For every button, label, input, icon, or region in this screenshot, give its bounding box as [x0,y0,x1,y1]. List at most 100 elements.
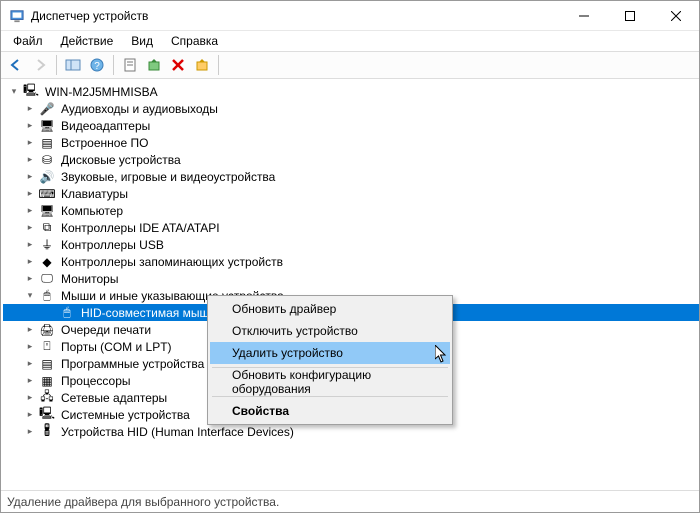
help-button[interactable]: ? [86,54,108,76]
show-hide-console-button[interactable] [62,54,84,76]
tree-category[interactable]: ▸🖵 Мониторы [3,270,699,287]
tree-category[interactable]: ▸⧉ Контроллеры IDE ATA/ATAPI [3,219,699,236]
disable-button[interactable] [191,54,213,76]
device-category-icon: 🖥 [39,203,55,219]
chevron-right-icon[interactable]: ▸ [23,119,37,133]
titlebar: Диспетчер устройств [1,1,699,31]
context-menu: Обновить драйвер Отключить устройство Уд… [207,295,453,425]
tree-category-label: Встроенное ПО [59,136,150,150]
device-category-icon: 🎤 [39,101,55,117]
ctx-properties[interactable]: Свойства [210,400,450,422]
menu-view[interactable]: Вид [123,33,161,49]
device-category-icon: ⧉ [39,220,55,236]
toolbar-separator [56,55,57,75]
tree-category[interactable]: ▸🖥 Видеоадаптеры [3,117,699,134]
tree-category-label: Очереди печати [59,323,153,337]
maximize-button[interactable] [607,1,653,31]
chevron-right-icon[interactable]: ▸ [23,170,37,184]
tree-category-label: Устройства HID (Human Interface Devices) [59,425,296,439]
chevron-right-icon[interactable]: ▸ [23,204,37,218]
menubar: Файл Действие Вид Справка [1,31,699,51]
tree-device-label: HID-совместимая мышь [79,306,217,320]
svg-text:?: ? [94,61,100,72]
device-category-icon: ▤ [39,135,55,151]
chevron-right-icon[interactable]: ▸ [23,255,37,269]
menu-file[interactable]: Файл [5,33,51,49]
chevron-down-icon[interactable]: ▾ [23,289,37,303]
toolbar: ? [1,51,699,79]
ctx-uninstall-device[interactable]: Удалить устройство [210,342,450,364]
chevron-right-icon[interactable]: ▸ [23,323,37,337]
app-icon [9,8,25,24]
statusbar: Удаление драйвера для выбранного устройс… [1,490,699,512]
close-button[interactable] [653,1,699,31]
tree-category[interactable]: ▸⌨ Клавиатуры [3,185,699,202]
chevron-right-icon[interactable]: ▸ [23,187,37,201]
menu-help[interactable]: Справка [163,33,226,49]
device-category-icon: ⍞ [39,339,55,355]
device-category-icon: 🔊 [39,169,55,185]
tree-category-label: Компьютер [59,204,125,218]
tree-category-label: Звуковые, игровые и видеоустройства [59,170,277,184]
ctx-separator [212,396,448,397]
ctx-scan-hardware[interactable]: Обновить конфигурацию оборудования [210,371,450,393]
chevron-right-icon[interactable]: ▸ [23,153,37,167]
tree-category-label: Системные устройства [59,408,192,422]
tree-category-label: Контроллеры USB [59,238,166,252]
tree-category[interactable]: ▸🎤 Аудиовходы и аудиовыходы [3,100,699,117]
tree-category-label: Клавиатуры [59,187,130,201]
chevron-right-icon[interactable]: ▸ [23,374,37,388]
chevron-right-icon[interactable]: ▸ [23,425,37,439]
chevron-right-icon[interactable]: ▸ [23,136,37,150]
device-category-icon: 🖥 [39,118,55,134]
tree-category[interactable]: ▸⛁Дисковые устройства [3,151,699,168]
mouse-icon: 🖱 [59,305,75,321]
tree-category-label: Процессоры [59,374,133,388]
tree-category-label: Сетевые адаптеры [59,391,169,405]
device-category-icon: 🖨 [39,322,55,338]
uninstall-button[interactable] [167,54,189,76]
device-category-icon: 🖵 [39,271,55,287]
menu-action[interactable]: Действие [53,33,122,49]
device-category-icon: ⛁ [39,152,55,168]
computer-icon: 🖳 [23,84,39,100]
tree-category[interactable]: ▸🖥 Компьютер [3,202,699,219]
tree-category[interactable]: ▸🖁 Устройства HID (Human Interface Device… [3,423,699,440]
minimize-button[interactable] [561,1,607,31]
window-controls [561,1,699,31]
tree-category-label: Контроллеры IDE ATA/ATAPI [59,221,222,235]
device-category-icon: ⌨ [39,186,55,202]
device-category-icon: 🖁 [39,424,55,440]
properties-button[interactable] [119,54,141,76]
tree-root[interactable]: ▾ 🖳 WIN-M2J5MHMISBA [3,83,699,100]
chevron-right-icon[interactable]: ▸ [23,340,37,354]
toolbar-separator [113,55,114,75]
chevron-right-icon[interactable]: ▸ [23,272,37,286]
tree-category[interactable]: ▸🔊 Звуковые, игровые и видеоустройства [3,168,699,185]
empty-expander [43,306,57,320]
tree-category-label: Видеоадаптеры [59,119,152,133]
chevron-right-icon[interactable]: ▸ [23,102,37,116]
toolbar-separator [218,55,219,75]
chevron-right-icon[interactable]: ▸ [23,357,37,371]
chevron-right-icon[interactable]: ▸ [23,391,37,405]
chevron-right-icon[interactable]: ▸ [23,221,37,235]
device-category-icon: ▤ [39,356,55,372]
tree-category[interactable]: ▸▤ Встроенное ПО [3,134,699,151]
tree-category-label: Аудиовходы и аудиовыходы [59,102,220,116]
chevron-down-icon[interactable]: ▾ [7,85,21,99]
tree-category[interactable]: ▸◆ Контроллеры запоминающих устройств [3,253,699,270]
tree-category-label: Мониторы [59,272,120,286]
tree-category-label: Программные устройства [59,357,206,371]
ctx-update-driver[interactable]: Обновить драйвер [210,298,450,320]
back-button[interactable] [5,54,27,76]
tree-category-label: Контроллеры запоминающих устройств [59,255,285,269]
chevron-right-icon[interactable]: ▸ [23,238,37,252]
device-category-icon: ◆ [39,254,55,270]
forward-button[interactable] [29,54,51,76]
chevron-right-icon[interactable]: ▸ [23,408,37,422]
ctx-disable-device[interactable]: Отключить устройство [210,320,450,342]
update-driver-button[interactable] [143,54,165,76]
tree-root-label: WIN-M2J5MHMISBA [43,85,160,99]
tree-category[interactable]: ▸⏚Контроллеры USB [3,236,699,253]
